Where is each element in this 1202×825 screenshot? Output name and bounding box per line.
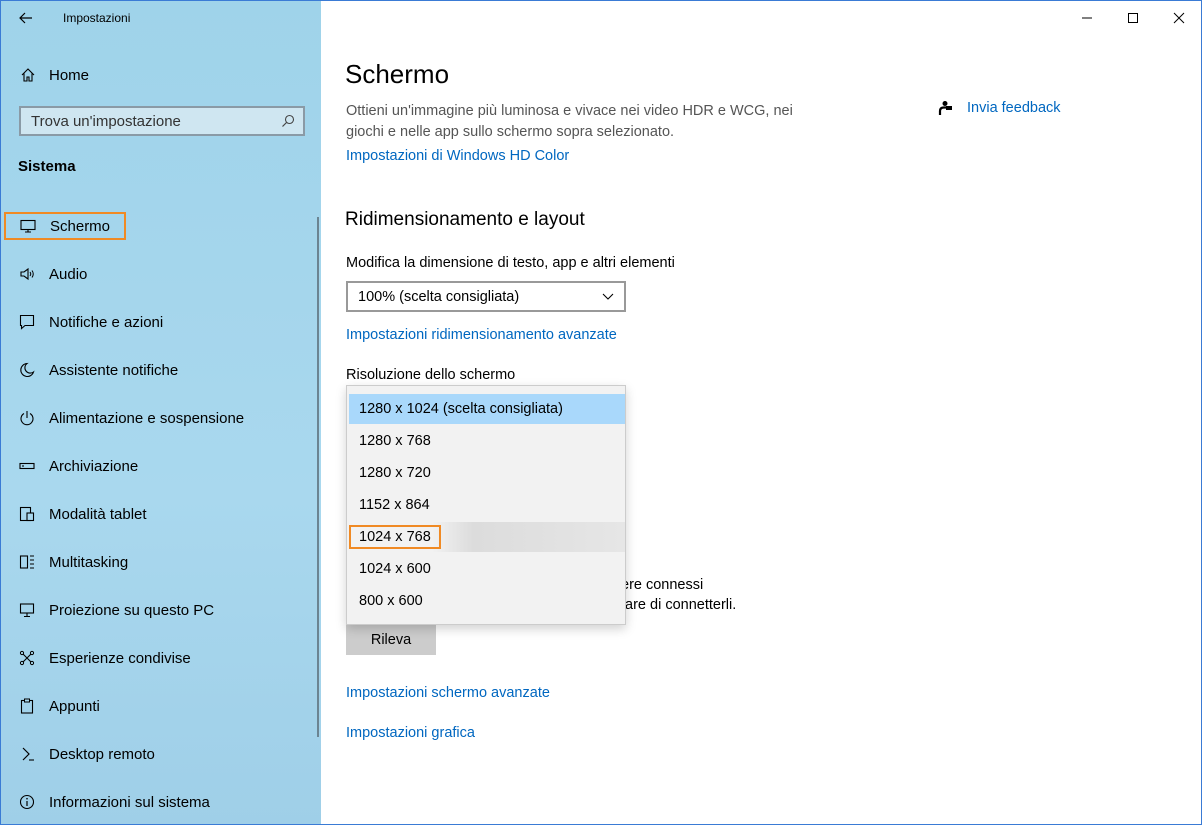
scaling-heading: Ridimensionamento e layout — [345, 209, 585, 230]
section-title: Sistema — [18, 158, 76, 175]
info-icon — [17, 794, 37, 810]
sidebar-item-label: Appunti — [49, 697, 100, 715]
sidebar-item-archiviazione[interactable]: Archiviazione — [17, 452, 138, 480]
feedback-link[interactable]: Invia feedback — [937, 100, 1061, 116]
storage-icon — [17, 460, 37, 472]
sidebar-item-label: Assistente notifiche — [49, 361, 179, 379]
sidebar-item-label: Informazioni sul sistema — [49, 793, 210, 811]
nav-home[interactable]: Home — [17, 63, 89, 87]
graphics-settings-link[interactable]: Impostazioni grafica — [346, 725, 475, 741]
shared-icon — [17, 650, 37, 666]
resolution-option[interactable]: 1152 x 864 — [349, 490, 625, 520]
power-icon — [17, 410, 37, 426]
feedback-icon — [937, 100, 957, 116]
multiple-displays-text-line2: tare di connetterli. — [621, 597, 737, 613]
resolution-option[interactable]: 1280 x 720 — [349, 458, 625, 488]
multitasking-icon — [17, 554, 37, 570]
sidebar-item-assistente[interactable]: Assistente notifiche — [17, 356, 178, 384]
resolution-option[interactable]: 800 x 600 — [349, 586, 625, 616]
sidebar-item-multitasking[interactable]: Multitasking — [17, 548, 128, 576]
sidebar-scrollbar[interactable] — [317, 217, 319, 737]
multiple-displays-text-line1: ere connessi — [621, 577, 704, 593]
chevron-down-icon — [602, 293, 614, 300]
clipboard-icon — [17, 698, 37, 714]
sidebar-item-label: Esperienze condivise — [49, 649, 191, 667]
scaling-label: Modifica la dimensione di testo, app e a… — [346, 255, 675, 271]
scaling-advanced-link[interactable]: Impostazioni ridimensionamento avanzate — [346, 327, 617, 343]
settings-window: Impostazioni Home Trova un'impostazione … — [0, 0, 1202, 825]
sidebar: Impostazioni Home Trova un'impostazione … — [1, 1, 321, 824]
sidebar-item-notifiche[interactable]: Notifiche e azioni — [17, 308, 163, 336]
moon-icon — [17, 362, 37, 378]
sidebar-item-label: Archiviazione — [49, 457, 139, 475]
resolution-option[interactable]: 1024 x 768 — [349, 522, 625, 552]
resolution-option[interactable]: 1024 x 600 — [349, 554, 625, 584]
sidebar-item-label: Proiezione su questo PC — [49, 601, 215, 619]
monitor-icon — [18, 219, 38, 233]
tablet-icon — [17, 506, 37, 522]
resolution-dropdown[interactable]: 1280 x 1024 (scelta consigliata) 1280 x … — [346, 385, 626, 625]
resolution-label: Risoluzione dello schermo — [346, 367, 516, 383]
sidebar-item-label: Schermo — [50, 217, 111, 235]
highlighted-option-label: 1024 x 768 — [349, 525, 441, 549]
home-icon — [17, 67, 39, 83]
sidebar-item-label: Multitasking — [49, 553, 129, 571]
sidebar-item-alimentazione[interactable]: Alimentazione e sospensione — [17, 404, 244, 432]
sidebar-item-esperienze[interactable]: Esperienze condivise — [17, 644, 191, 672]
speaker-icon — [17, 267, 37, 281]
sidebar-item-appunti[interactable]: Appunti — [17, 692, 100, 720]
sidebar-item-desktop-remoto[interactable]: Desktop remoto — [17, 740, 155, 768]
scaling-select-value: 100% (scelta consigliata) — [358, 288, 520, 305]
search-placeholder: Trova un'impostazione — [31, 112, 181, 130]
back-button[interactable] — [11, 5, 41, 31]
sidebar-item-label: Desktop remoto — [49, 745, 155, 763]
sidebar-item-tablet[interactable]: Modalità tablet — [17, 500, 147, 528]
sidebar-item-label: Modalità tablet — [49, 505, 147, 523]
sidebar-item-label: Notifiche e azioni — [49, 313, 164, 331]
search-input[interactable]: Trova un'impostazione — [19, 106, 305, 136]
search-icon — [273, 114, 303, 128]
sidebar-item-informazioni[interactable]: Informazioni sul sistema — [17, 788, 210, 816]
detect-button[interactable]: Rileva — [346, 625, 436, 655]
page-title: Schermo — [345, 59, 450, 89]
hdr-description: Ottieni un'immagine più luminosa e vivac… — [346, 103, 793, 140]
sidebar-item-schermo[interactable]: Schermo — [4, 212, 126, 240]
back-arrow-icon — [19, 12, 32, 24]
sidebar-item-label: Audio — [49, 265, 88, 283]
sidebar-item-label: Alimentazione e sospensione — [49, 409, 245, 427]
notification-icon — [17, 314, 37, 330]
hdr-color-link[interactable]: Impostazioni di Windows HD Color — [346, 148, 569, 164]
nav-home-label: Home — [49, 66, 90, 84]
resolution-option[interactable]: 1280 x 1024 (scelta consigliata) — [349, 394, 625, 424]
remote-icon — [17, 746, 37, 762]
resolution-option[interactable]: 1280 x 768 — [349, 426, 625, 456]
feedback-label: Invia feedback — [967, 100, 1061, 116]
projection-icon — [17, 602, 37, 618]
scaling-select[interactable]: 100% (scelta consigliata) — [346, 281, 626, 312]
sidebar-item-audio[interactable]: Audio — [17, 260, 87, 288]
sidebar-item-proiezione[interactable]: Proiezione su questo PC — [17, 596, 214, 624]
main-content: Schermo Ottieni un'immagine più luminosa… — [321, 1, 1201, 824]
advanced-display-link[interactable]: Impostazioni schermo avanzate — [346, 685, 550, 701]
app-title: Impostazioni — [63, 11, 131, 25]
